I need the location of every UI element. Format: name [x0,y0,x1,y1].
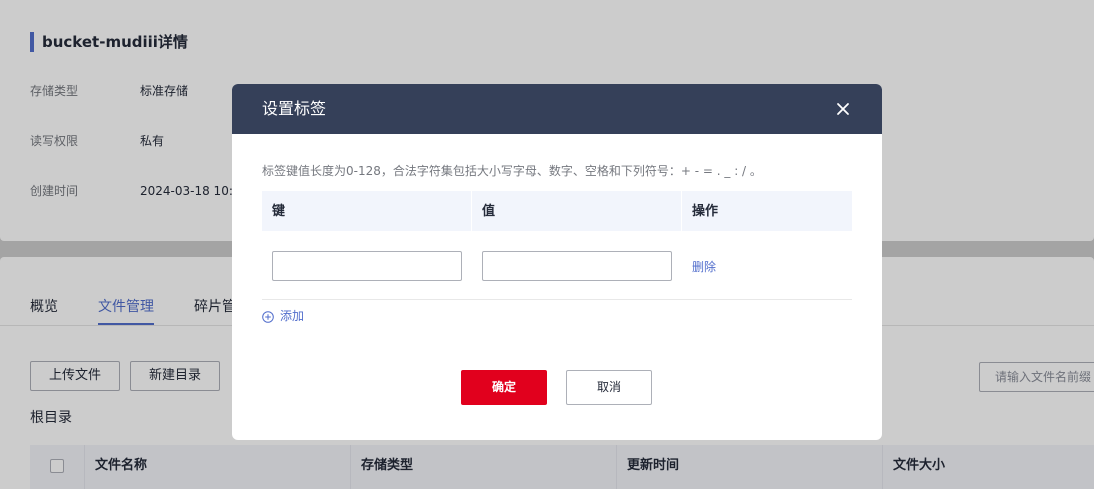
tag-column-key: 键 [272,204,286,219]
delete-tag-link[interactable]: 删除 [692,259,716,275]
cancel-button[interactable]: 取消 [566,370,652,405]
add-tag-label: 添加 [280,309,305,323]
column-separator [471,191,472,231]
column-separator [681,191,682,231]
add-circle-icon [262,311,274,323]
row-divider [262,299,852,300]
tag-column-value: 值 [482,204,496,219]
close-icon[interactable] [833,99,853,119]
tag-key-input[interactable] [272,251,462,281]
tag-rule-hint: 标签键值长度为0-128，合法字符集包括大小写字母、数字、空格和下列符号：+ -… [262,164,762,178]
tag-column-action: 操作 [692,204,719,219]
dialog-header [232,84,882,134]
tag-table-header [262,191,852,231]
tag-value-input[interactable] [482,251,672,281]
confirm-button[interactable]: 确定 [461,370,547,405]
add-tag-link[interactable]: 添加 [262,308,304,324]
set-tags-dialog: 设置标签 标签键值长度为0-128，合法字符集包括大小写字母、数字、空格和下列符… [232,84,882,440]
dialog-title: 设置标签 [262,99,327,118]
